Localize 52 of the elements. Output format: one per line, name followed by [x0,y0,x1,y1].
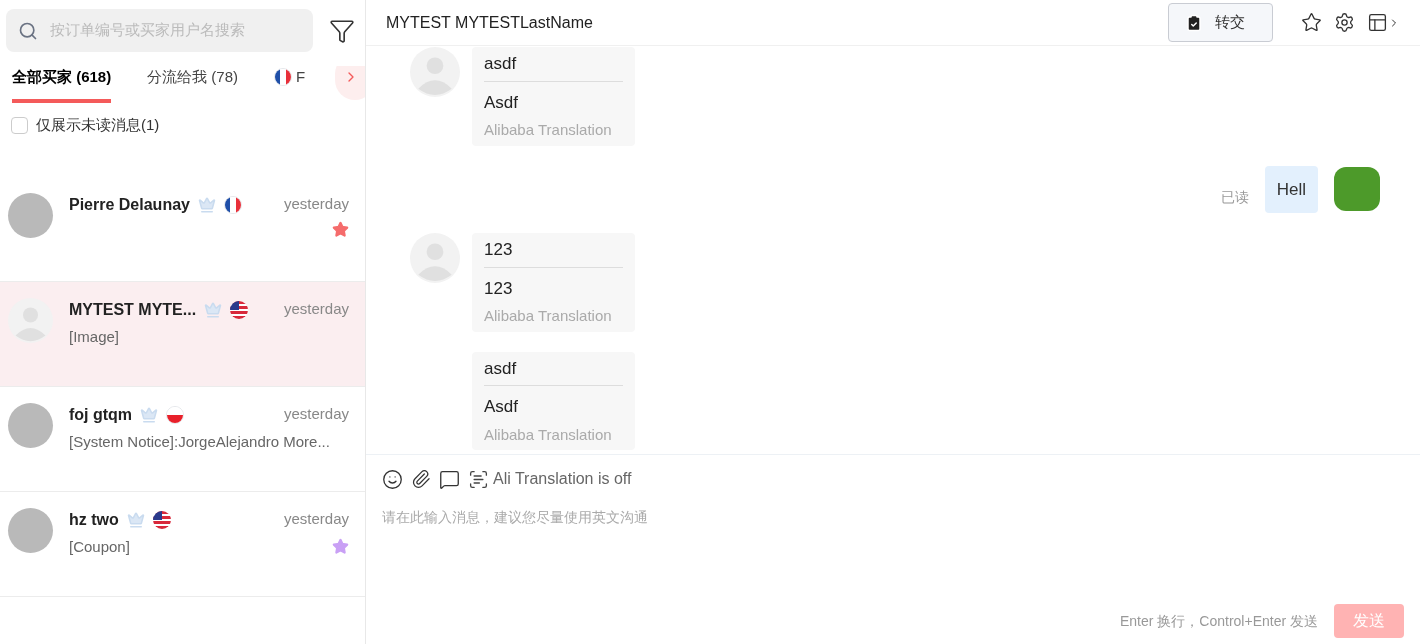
settings-button[interactable] [1334,12,1355,33]
message-time: yesterday [283,404,349,425]
message-bubble: Hell [1264,165,1318,213]
flag-icon [230,300,249,319]
message-time: yesterday [283,299,349,320]
flag-icon [223,195,242,214]
unread-filter-checkbox[interactable]: 仅展示未读消息(1) [0,114,365,137]
quick-reply-button[interactable] [439,468,460,490]
photo-placeholder [1334,167,1380,212]
crown-icon [126,510,145,529]
search-icon [18,20,38,41]
crown-icon [204,300,223,319]
translation-source: Alibaba Translation [484,120,613,140]
message-preview: [Image] [69,326,120,347]
transfer-button[interactable]: 转交 [1168,3,1273,42]
star-button[interactable] [1301,12,1322,33]
crown-icon [197,195,216,214]
tab[interactable]: 全部买家 (618) [12,66,112,103]
message-preview: [System Notice]:JorgeAlejandro More... [69,431,330,452]
contact-name: foj gtqm [69,404,133,425]
attachment-button[interactable] [411,469,431,489]
contact-name: Pierre Delaunay [69,194,190,215]
avatar-icon [8,297,53,343]
contact-name: hz two [69,509,119,530]
chat-title: MYTEST MYTESTLastName [386,12,593,33]
contact-name: MYTEST MYTE... [69,299,197,320]
flag-icon [166,405,185,424]
flag-icon [152,510,171,529]
translated-text: 123 [484,277,514,300]
flag-icon [274,68,293,87]
keyboard-hint: Enter 换行，Control+Enter 发送 [1120,611,1318,631]
message-time: yesterday [283,194,349,215]
message-text: asdf [484,51,623,82]
scan-icon [468,468,489,490]
tab[interactable]: 分流给我 (78) [147,66,239,103]
crown-icon [140,405,159,424]
read-status: 已读 [1220,187,1249,207]
translation-source: Alibaba Translation [484,306,613,326]
translated-text: Asdf [484,91,520,114]
message-preview: [Coupon] [69,536,130,557]
clipboard-icon [1185,13,1203,32]
translation-source: Alibaba Translation [484,424,613,445]
message-input[interactable]: 请在此输入消息，建议您尽量使用英文沟通 [382,507,1404,604]
tab[interactable]: F [274,66,306,103]
message-text: 123 [484,237,623,268]
conversation-item[interactable]: MYTEST MYTE... yesterday [Image] [0,281,365,387]
translated-text: Asdf [484,396,520,418]
message-time: yesterday [283,509,349,530]
emoji-button[interactable] [382,468,403,490]
avatar-icon [410,233,460,283]
message-text: asdf [484,355,623,386]
translate-toggle-button[interactable]: Ali Translation is off [468,467,632,491]
